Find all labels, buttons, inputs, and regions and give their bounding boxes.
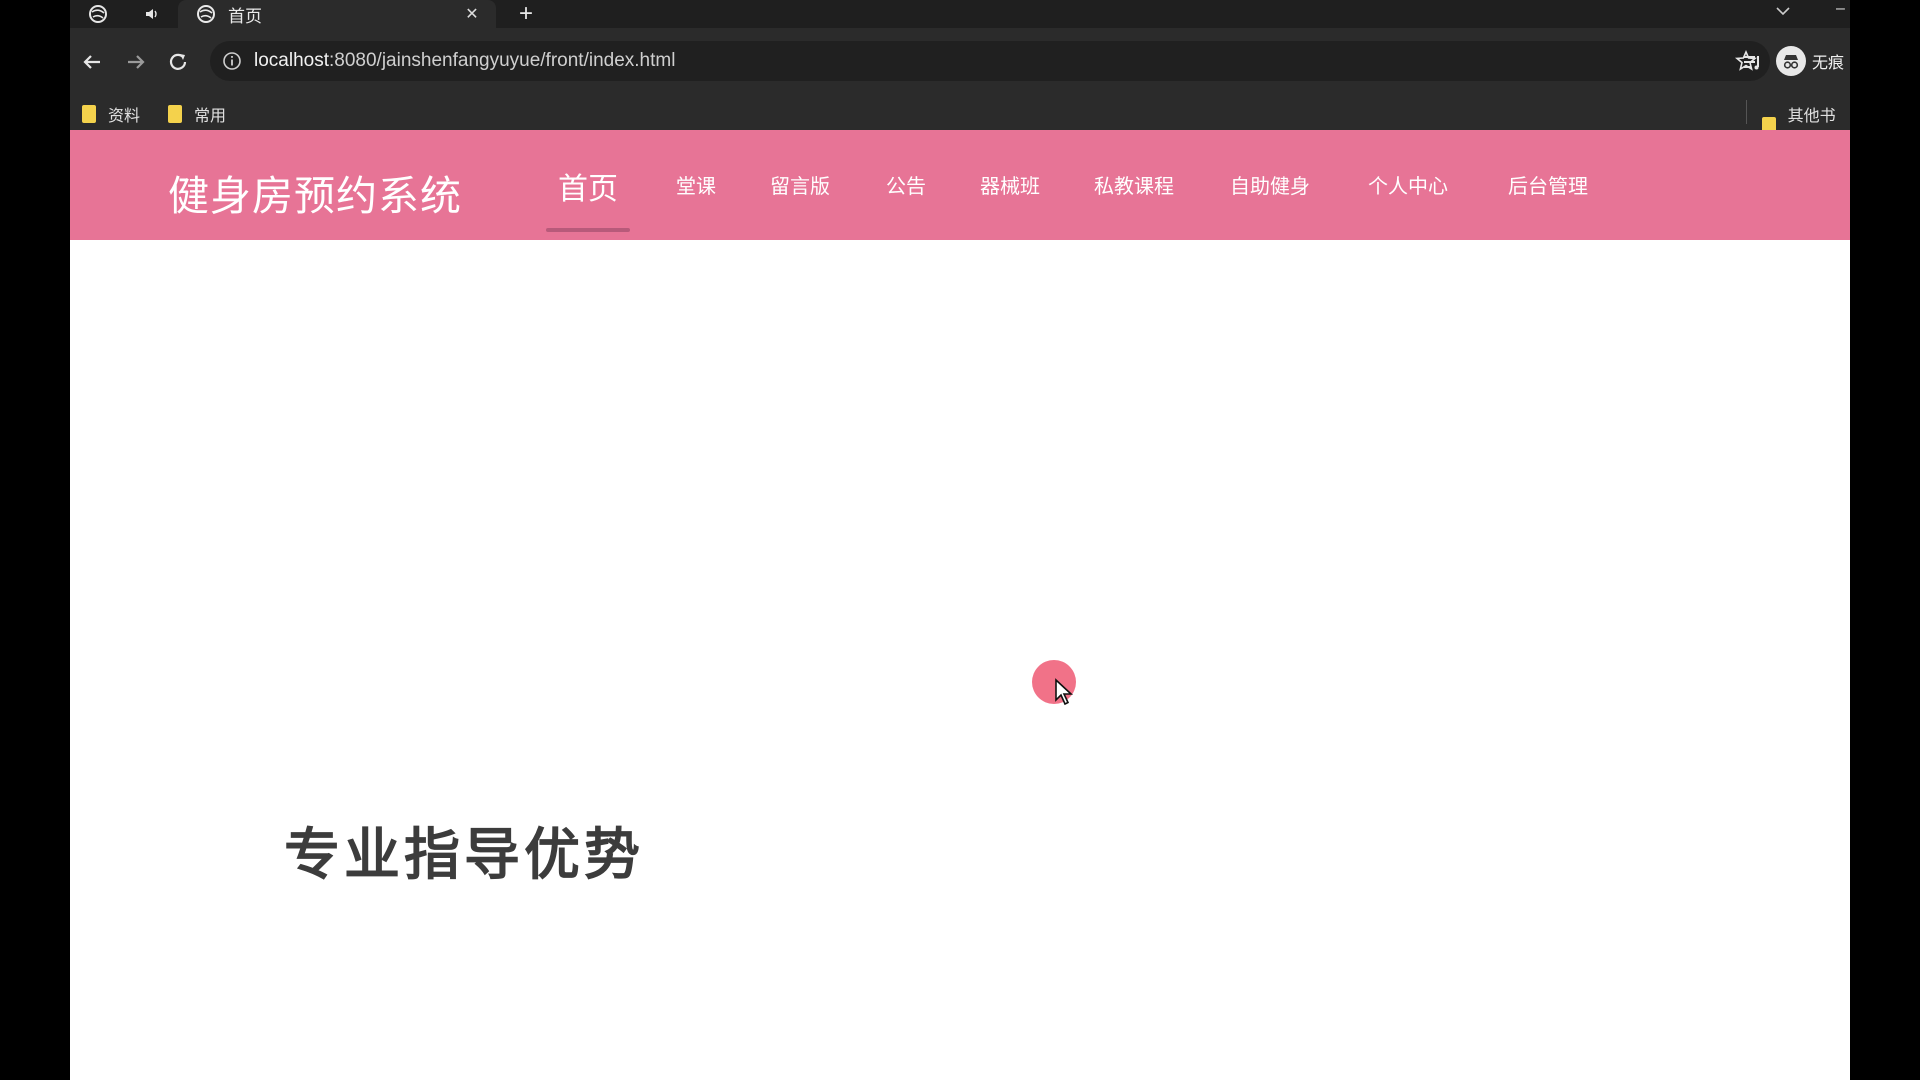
window-menu-icon[interactable] <box>84 0 112 28</box>
forward-arrow-icon[interactable] <box>122 48 150 76</box>
mute-tab-icon[interactable] <box>138 0 166 28</box>
address-bar[interactable]: localhost:8080/jainshenfangyuyue/front/i… <box>210 41 1770 81</box>
incognito-icon <box>1776 46 1806 76</box>
mouse-cursor-icon <box>1055 678 1074 706</box>
bookmark-folder[interactable]: 资料 <box>82 102 140 126</box>
nav-item-home[interactable]: 首页 <box>558 164 618 208</box>
hero-banner <box>70 240 1850 1080</box>
profile-name: 无痕 <box>1812 55 1845 72</box>
nav-item-announcement[interactable]: 公告 <box>886 170 926 199</box>
nav-item-private-course[interactable]: 私教课程 <box>1094 170 1174 199</box>
back-arrow-icon[interactable] <box>78 48 106 76</box>
globe-icon <box>197 5 215 23</box>
site-header: 健身房预约系统 首页 堂课 留言版 公告 器械班 私教课程 自助健身 个人中心 … <box>70 130 1850 240</box>
bookmarks-bar: 资料 常用 其他书签 <box>70 94 1850 149</box>
nav-item-admin[interactable]: 后台管理 <box>1508 170 1588 199</box>
nav-item-personal-center[interactable]: 个人中心 <box>1368 170 1448 199</box>
tab-title: 首页 <box>228 6 262 26</box>
bookmark-folder-label: 资料 <box>108 108 141 125</box>
nav-item-class[interactable]: 堂课 <box>676 170 716 199</box>
url-path: :8080/jainshenfangyuyue/front/index.html <box>329 50 676 71</box>
browser-window: 首页 ✕ + – localhost:8080/jainshenfangyuyu… <box>70 0 1850 1080</box>
active-tab[interactable]: 首页 ✕ <box>178 0 496 28</box>
nav-item-message-board[interactable]: 留言版 <box>770 170 830 199</box>
folder-icon <box>82 105 96 123</box>
url-text[interactable]: localhost:8080/jainshenfangyuyue/front/i… <box>254 50 675 72</box>
bookmark-folder[interactable]: 常用 <box>168 102 226 126</box>
reading-list-icon[interactable] <box>1738 48 1766 76</box>
section-heading: 专业指导优势 <box>284 823 644 886</box>
tab-strip: 首页 ✕ + – <box>70 0 1850 28</box>
close-tab-icon[interactable]: ✕ <box>462 4 482 24</box>
new-tab-button[interactable]: + <box>514 2 538 26</box>
site-title: 健身房预约系统 <box>168 173 462 219</box>
profile-button[interactable]: 无痕 <box>1776 44 1844 78</box>
minimize-window-icon[interactable]: – <box>1836 0 1850 17</box>
site-info-icon[interactable] <box>222 51 242 71</box>
bookmark-folder-label: 常用 <box>194 108 227 125</box>
url-host: localhost <box>254 50 329 71</box>
reload-icon[interactable] <box>164 48 192 76</box>
active-nav-underline <box>546 228 630 232</box>
nav-item-self-fitness[interactable]: 自助健身 <box>1230 170 1310 199</box>
bookmarks-separator <box>1746 100 1747 124</box>
tab-search-chevron-icon[interactable] <box>1775 4 1791 22</box>
folder-icon <box>168 105 182 123</box>
nav-item-equipment[interactable]: 器械班 <box>980 170 1040 199</box>
